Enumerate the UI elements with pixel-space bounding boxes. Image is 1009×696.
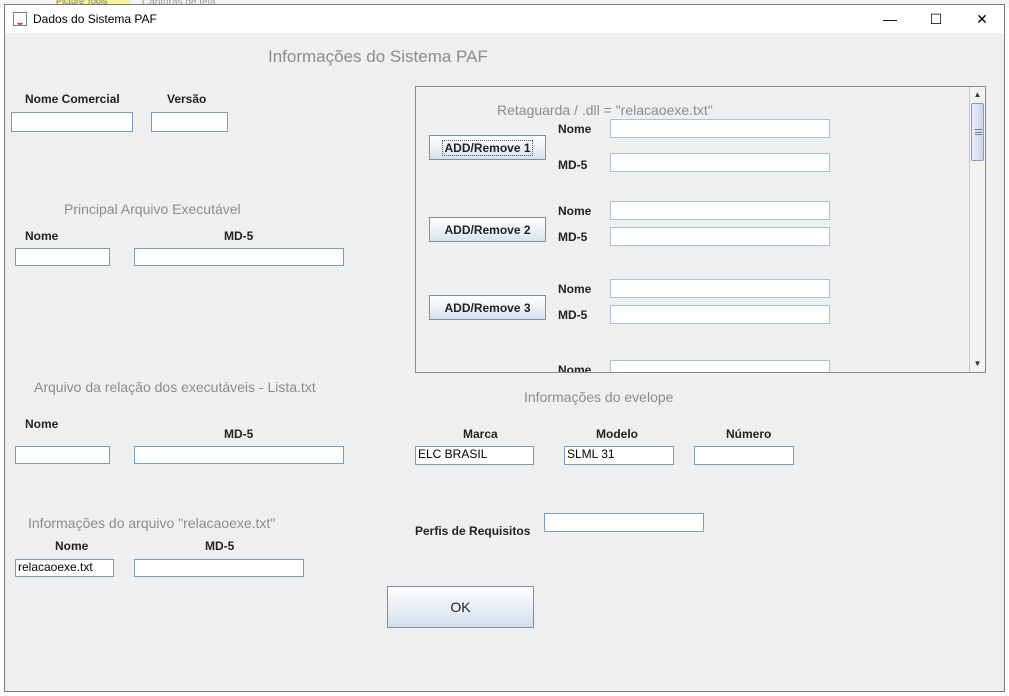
add-remove-1-button[interactable]: ADD/Remove 1 bbox=[429, 135, 546, 160]
modelo-input[interactable]: SLML 31 bbox=[564, 446, 674, 465]
maximize-button[interactable]: ☐ bbox=[913, 5, 959, 33]
page-title: Informações do Sistema PAF bbox=[268, 47, 488, 66]
numero-label: Número bbox=[726, 427, 772, 441]
retaguarda-nome-label-4: Nome bbox=[558, 363, 592, 373]
versao-label: Versão bbox=[167, 92, 207, 106]
principal-md5-label: MD-5 bbox=[224, 229, 254, 243]
relacao-md5-input[interactable] bbox=[134, 559, 304, 577]
retaguarda-nome-input-3[interactable] bbox=[610, 279, 830, 298]
envelope-section-title: Informações do evelope bbox=[524, 389, 674, 405]
versao-input[interactable] bbox=[151, 112, 228, 132]
retaguarda-nome-input-2[interactable] bbox=[610, 201, 830, 220]
relacao-section-title: Informações do arquivo "relacaoexe.txt" bbox=[28, 515, 276, 531]
title-bar[interactable]: Dados do Sistema PAF — ☐ ✕ bbox=[5, 5, 1004, 33]
retaguarda-nome-label-1: Nome bbox=[558, 122, 592, 136]
nome-comercial-label: Nome Comercial bbox=[25, 92, 120, 106]
lista-section-title: Arquivo da relação dos executáveis - Lis… bbox=[34, 379, 316, 395]
scroll-up-arrow-icon[interactable]: ▲ bbox=[970, 87, 985, 102]
marca-input[interactable]: ELC BRASIL bbox=[415, 446, 534, 465]
retaguarda-md5-input-3[interactable] bbox=[610, 305, 830, 324]
dialog-window: Dados do Sistema PAF — ☐ ✕ Informações d… bbox=[4, 4, 1005, 692]
scroll-down-arrow-icon[interactable]: ▼ bbox=[970, 356, 985, 371]
retaguarda-title: Retaguarda / .dll = "relacaoexe.txt" bbox=[497, 102, 713, 118]
close-button[interactable]: ✕ bbox=[959, 5, 1005, 33]
add-remove-2-label: ADD/Remove 2 bbox=[444, 222, 531, 237]
lista-nome-input[interactable] bbox=[15, 446, 110, 464]
retaguarda-md5-label-1: MD-5 bbox=[558, 158, 588, 172]
retaguarda-nome-input-1[interactable] bbox=[610, 119, 830, 138]
java-icon bbox=[13, 12, 27, 26]
retaguarda-md5-label-2: MD-5 bbox=[558, 230, 588, 244]
retaguarda-md5-label-3: MD-5 bbox=[558, 308, 588, 322]
lista-nome-label: Nome bbox=[25, 417, 59, 431]
perfis-input[interactable] bbox=[544, 513, 704, 532]
relacao-nome-input[interactable]: relacaoexe.txt bbox=[15, 559, 114, 577]
add-remove-3-label: ADD/Remove 3 bbox=[444, 300, 531, 315]
add-remove-1-label: ADD/Remove 1 bbox=[442, 139, 533, 156]
retaguarda-nome-label-2: Nome bbox=[558, 204, 592, 218]
retaguarda-nome-input-4[interactable] bbox=[610, 360, 830, 372]
lista-md5-label: MD-5 bbox=[224, 427, 254, 441]
ok-button[interactable]: OK bbox=[387, 586, 534, 628]
scroll-thumb[interactable] bbox=[971, 103, 984, 161]
retaguarda-scroll-panel[interactable]: Retaguarda / .dll = "relacaoexe.txt" Nom… bbox=[415, 86, 986, 373]
nome-comercial-input[interactable] bbox=[11, 112, 133, 132]
principal-nome-input[interactable] bbox=[15, 248, 110, 266]
retaguarda-md5-input-2[interactable] bbox=[610, 227, 830, 246]
retaguarda-nome-label-3: Nome bbox=[558, 282, 592, 296]
relacao-nome-label: Nome bbox=[55, 539, 89, 553]
relacao-md5-label: MD-5 bbox=[205, 539, 235, 553]
principal-section-title: Principal Arquivo Executável bbox=[64, 201, 241, 217]
principal-nome-label: Nome bbox=[25, 229, 59, 243]
lista-md5-input[interactable] bbox=[134, 446, 344, 464]
minimize-button[interactable]: — bbox=[867, 5, 913, 33]
grip-icon bbox=[975, 129, 982, 135]
vertical-scrollbar[interactable]: ▲ ▼ bbox=[969, 87, 985, 372]
numero-input[interactable] bbox=[694, 446, 794, 465]
add-remove-3-button[interactable]: ADD/Remove 3 bbox=[429, 295, 546, 320]
retaguarda-md5-input-1[interactable] bbox=[610, 153, 830, 172]
add-remove-2-button[interactable]: ADD/Remove 2 bbox=[429, 217, 546, 242]
modelo-label: Modelo bbox=[596, 427, 638, 441]
marca-label: Marca bbox=[463, 427, 498, 441]
principal-md5-input[interactable] bbox=[134, 248, 344, 266]
perfis-label: Perfis de Requisitos bbox=[415, 524, 531, 538]
window-title: Dados do Sistema PAF bbox=[33, 12, 157, 26]
